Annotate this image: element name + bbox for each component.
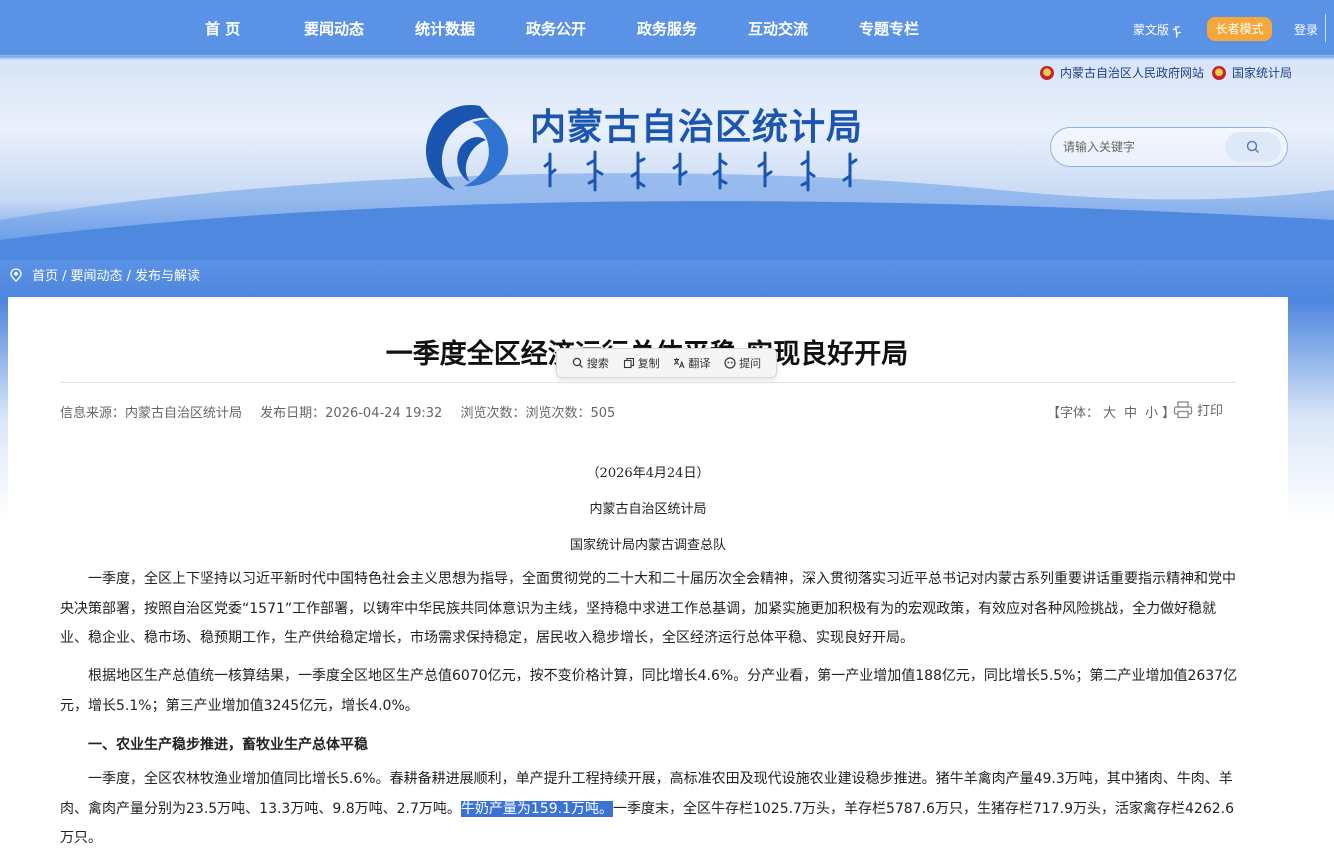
printer-icon — [1173, 400, 1193, 418]
breadcrumb-releases[interactable]: 发布与解读 — [135, 269, 200, 284]
site-title: 内蒙古自治区统计局 — [530, 107, 864, 148]
national-emblem-icon — [1040, 66, 1054, 80]
article-meta: 信息来源：内蒙古自治区统计局 发布日期：2026-04-24 19:32 浏览次… — [60, 402, 629, 421]
breadcrumb: 首页 / 要闻动态 / 发布与解读 — [10, 265, 200, 284]
breadcrumb-news[interactable]: 要闻动态 — [71, 269, 123, 284]
nav-item-interaction[interactable]: 互动交流 — [748, 18, 808, 39]
nav-item-home[interactable]: 首 页 — [205, 18, 240, 39]
breadcrumb-home[interactable]: 首页 — [32, 269, 58, 284]
popover-ask-button[interactable]: 提问 — [724, 355, 761, 371]
mongol-script-icon: ᠮ — [1172, 24, 1182, 43]
selection-toolbar: 搜索 复制 翻译 提问 — [556, 348, 777, 378]
search-button[interactable] — [1225, 132, 1281, 162]
search-icon — [1246, 140, 1260, 154]
article-paragraph-1: 一季度，全区上下坚持以习近平新时代中国特色社会主义思想为指导，全面贯彻党的二十大… — [60, 571, 1236, 646]
selected-text[interactable]: 牛奶产量为159.1万吨。 — [460, 800, 613, 817]
nav-item-gov-affairs[interactable]: 政务公开 — [526, 18, 586, 39]
nav-divider — [1325, 14, 1326, 42]
font-size-control: 【字体：大中小】 — [1047, 406, 1176, 421]
link-national-statistics[interactable]: 国家统计局 — [1212, 64, 1292, 81]
ask-ai-icon — [724, 357, 736, 369]
article-paragraph-3: 一季度，全区农林牧渔业增加值同比增长5.6%。春耕备耕进展顺利，单产提升工程持续… — [60, 771, 1235, 846]
article-paragraph-2: 根据地区生产总值统一核算结果，一季度全区地区生产总值6070亿元，按不变价格计算… — [60, 668, 1238, 714]
article-section-heading: 一、农业生产稳步推进，畜牧业生产总体平稳 — [88, 737, 368, 753]
national-emblem-icon — [1212, 66, 1226, 80]
title-divider — [60, 382, 1236, 383]
font-small-button[interactable]: 小 — [1145, 406, 1158, 421]
copy-icon — [623, 357, 634, 369]
site-logo-icon[interactable] — [420, 98, 515, 193]
article-date-line: （2026年4月24日） — [586, 466, 710, 481]
top-nav: 首 页 要闻动态 统计数据 政务公开 政务服务 互动交流 专题专栏 蒙文版 ᠮ … — [0, 0, 1334, 56]
link-region-government[interactable]: 内蒙古自治区人民政府网站 — [1040, 64, 1204, 81]
popover-search-button[interactable]: 搜索 — [572, 355, 609, 371]
location-pin-icon — [10, 268, 22, 282]
font-large-button[interactable]: 大 — [1103, 406, 1116, 421]
font-medium-button[interactable]: 中 — [1124, 406, 1137, 421]
article-source: 信息来源：内蒙古自治区统计局 — [60, 406, 243, 421]
article-org-1: 内蒙古自治区统计局 — [589, 502, 707, 517]
popover-translate-button[interactable]: 翻译 — [673, 355, 710, 371]
nav-item-statistics[interactable]: 统计数据 — [415, 18, 475, 39]
nav-item-gov-services[interactable]: 政务服务 — [637, 18, 697, 39]
mongolian-site-title — [543, 150, 858, 192]
login-link[interactable]: 登录 — [1294, 21, 1318, 38]
print-button[interactable]: 打印 — [1173, 400, 1223, 419]
search-icon — [572, 357, 583, 368]
article-views: 浏览次数：浏览次数：505 — [460, 406, 616, 421]
article-org-2: 国家统计局内蒙古调查总队 — [569, 538, 726, 553]
nav-item-news[interactable]: 要闻动态 — [304, 18, 364, 39]
nav-item-topics[interactable]: 专题专栏 — [859, 18, 919, 39]
translate-icon — [674, 358, 685, 369]
elder-mode-button[interactable]: 长者模式 — [1207, 17, 1272, 41]
search-input[interactable] — [1063, 137, 1223, 157]
mongol-version-link[interactable]: 蒙文版 — [1133, 21, 1169, 38]
popover-copy-button[interactable]: 复制 — [623, 355, 660, 371]
article-date: 发布日期：2026-04-24 19:32 — [260, 406, 443, 421]
search-box — [1050, 127, 1288, 167]
